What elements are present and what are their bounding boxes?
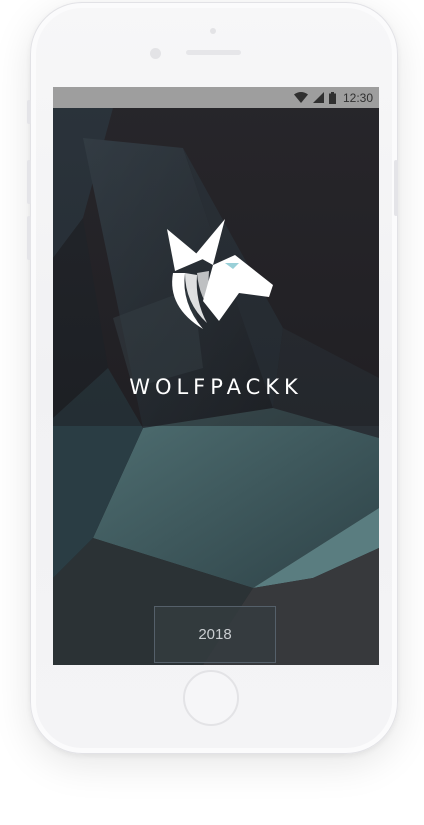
signal-icon: [312, 92, 324, 103]
front-camera: [150, 48, 161, 59]
year-button[interactable]: 2018: [154, 606, 276, 663]
wolf-head-logo-icon: [167, 219, 273, 329]
wifi-icon: [293, 92, 308, 103]
brand-name: WOLFPACKK: [129, 375, 303, 399]
mute-switch: [27, 100, 31, 124]
volume-down-button: [27, 216, 31, 260]
battery-icon: [328, 91, 336, 104]
status-bar: 12:30: [53, 87, 379, 108]
status-time: 12:30: [342, 90, 373, 105]
home-button[interactable]: [183, 670, 239, 726]
mockup-stage: 12:30 WOLFPACKK 2018: [0, 0, 424, 825]
app-screen: 12:30 WOLFPACKK 2018: [53, 87, 379, 665]
earpiece-speaker: [186, 50, 241, 55]
power-button: [394, 160, 398, 216]
volume-up-button: [27, 160, 31, 204]
proximity-sensor: [210, 28, 216, 34]
